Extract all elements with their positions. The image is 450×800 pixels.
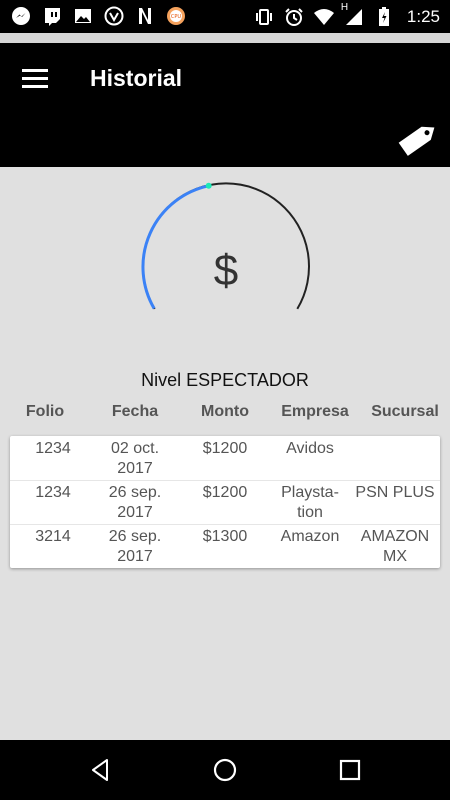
- column-header-empresa: Empresa: [281, 403, 349, 420]
- cell-empresa: Avidos: [270, 439, 350, 459]
- gauge-progress: [141, 184, 210, 310]
- tag-icon: [398, 126, 435, 156]
- table-header: Folio Fecha Monto Empresa Sucursal: [0, 403, 450, 427]
- column-header-fecha: Fecha: [111, 403, 159, 420]
- currency-symbol: $: [214, 246, 238, 295]
- wifi-icon: [313, 6, 335, 28]
- cell-monto: $1200: [202, 440, 248, 457]
- cpu-icon: CPU: [165, 5, 187, 27]
- hamburger-menu-icon: [22, 69, 48, 88]
- system-icons: H 1:25: [253, 0, 440, 33]
- cell-folio: 3214: [35, 528, 71, 545]
- app-bar: Historial: [0, 43, 450, 167]
- cell-fecha: 26 sep. 2017: [100, 527, 170, 567]
- cell-fecha: 26 sep. 2017: [100, 483, 170, 523]
- vpn-icon: [103, 5, 125, 27]
- notification-icons: CPU: [10, 5, 187, 27]
- back-button[interactable]: [84, 755, 116, 785]
- level-label: Nivel ESPECTADOR: [141, 370, 309, 390]
- clock: 1:25: [406, 6, 440, 26]
- cell-fecha-year: 2017: [117, 504, 153, 521]
- status-divider: [0, 33, 450, 43]
- cell-empresa: Playsta- tion: [270, 483, 350, 523]
- cell-empresa-line2: tion: [297, 504, 323, 521]
- page-title: Historial: [90, 65, 183, 91]
- cell-sucursal-line1: AMAZON: [360, 528, 430, 545]
- signal-icon: H: [341, 2, 365, 28]
- cell-fecha-date: 26 sep.: [108, 528, 162, 545]
- column-header-folio: Folio: [25, 403, 65, 420]
- recents-icon: [339, 759, 361, 781]
- cell-fecha: 02 oct. 2017: [100, 439, 170, 479]
- cell-folio: 1234: [35, 484, 71, 501]
- cell-fecha-year: 2017: [117, 548, 153, 565]
- cell-empresa-line1: Playsta-: [281, 484, 339, 501]
- messenger-icon: [10, 5, 32, 27]
- home-button[interactable]: [209, 755, 241, 785]
- cell-sucursal-line1: PSN PLUS: [355, 484, 435, 501]
- cell-fecha-date: 26 sep.: [108, 484, 162, 501]
- table-row[interactable]: 1234 26 sep. 2017 $1200 Playsta- tion PS…: [10, 480, 440, 525]
- column-header-sucursal: Sucursal: [371, 403, 439, 420]
- battery-icon: [373, 6, 395, 28]
- status-bar: CPU H 1:25: [0, 0, 450, 33]
- cell-empresa-line1: Amazon: [280, 528, 340, 545]
- tag-button[interactable]: [396, 119, 440, 159]
- cell-monto: $1300: [202, 528, 248, 545]
- cell-sucursal: AMAZON MX: [355, 527, 435, 567]
- alarm-icon: [283, 6, 305, 28]
- vibrate-icon: [253, 6, 275, 28]
- netflix-icon: [134, 5, 156, 27]
- cell-empresa-line1: Avidos: [286, 440, 334, 457]
- back-icon: [92, 759, 108, 781]
- cell-sucursal-line2: MX: [383, 548, 407, 565]
- cell-sucursal: PSN PLUS: [355, 483, 435, 503]
- twitch-icon: [41, 5, 63, 27]
- recents-button[interactable]: [334, 755, 366, 785]
- navigation-bar: [0, 740, 450, 800]
- cell-empresa: Amazon: [270, 527, 350, 547]
- table-row[interactable]: 1234 02 oct. 2017 $1200 Avidos: [10, 436, 440, 481]
- cell-folio: 1234: [35, 440, 71, 457]
- cell-monto: $1200: [202, 484, 248, 501]
- cell-fecha-year: 2017: [117, 460, 153, 477]
- gauge-progress-marker: [205, 182, 212, 189]
- level-gauge: $: [138, 176, 314, 326]
- image-icon: [72, 5, 94, 27]
- column-header-monto: Monto: [201, 403, 249, 420]
- history-table: 1234 02 oct. 2017 $1200 Avidos 1234 26 s…: [10, 436, 440, 568]
- table-row[interactable]: 3214 26 sep. 2017 $1300 Amazon AMAZON MX: [10, 524, 440, 568]
- cell-fecha-date: 02 oct.: [110, 440, 160, 457]
- home-icon: [213, 758, 237, 782]
- network-type-label: H: [340, 1, 349, 13]
- svg-text:CPU: CPU: [171, 14, 182, 20]
- menu-button[interactable]: [16, 63, 54, 93]
